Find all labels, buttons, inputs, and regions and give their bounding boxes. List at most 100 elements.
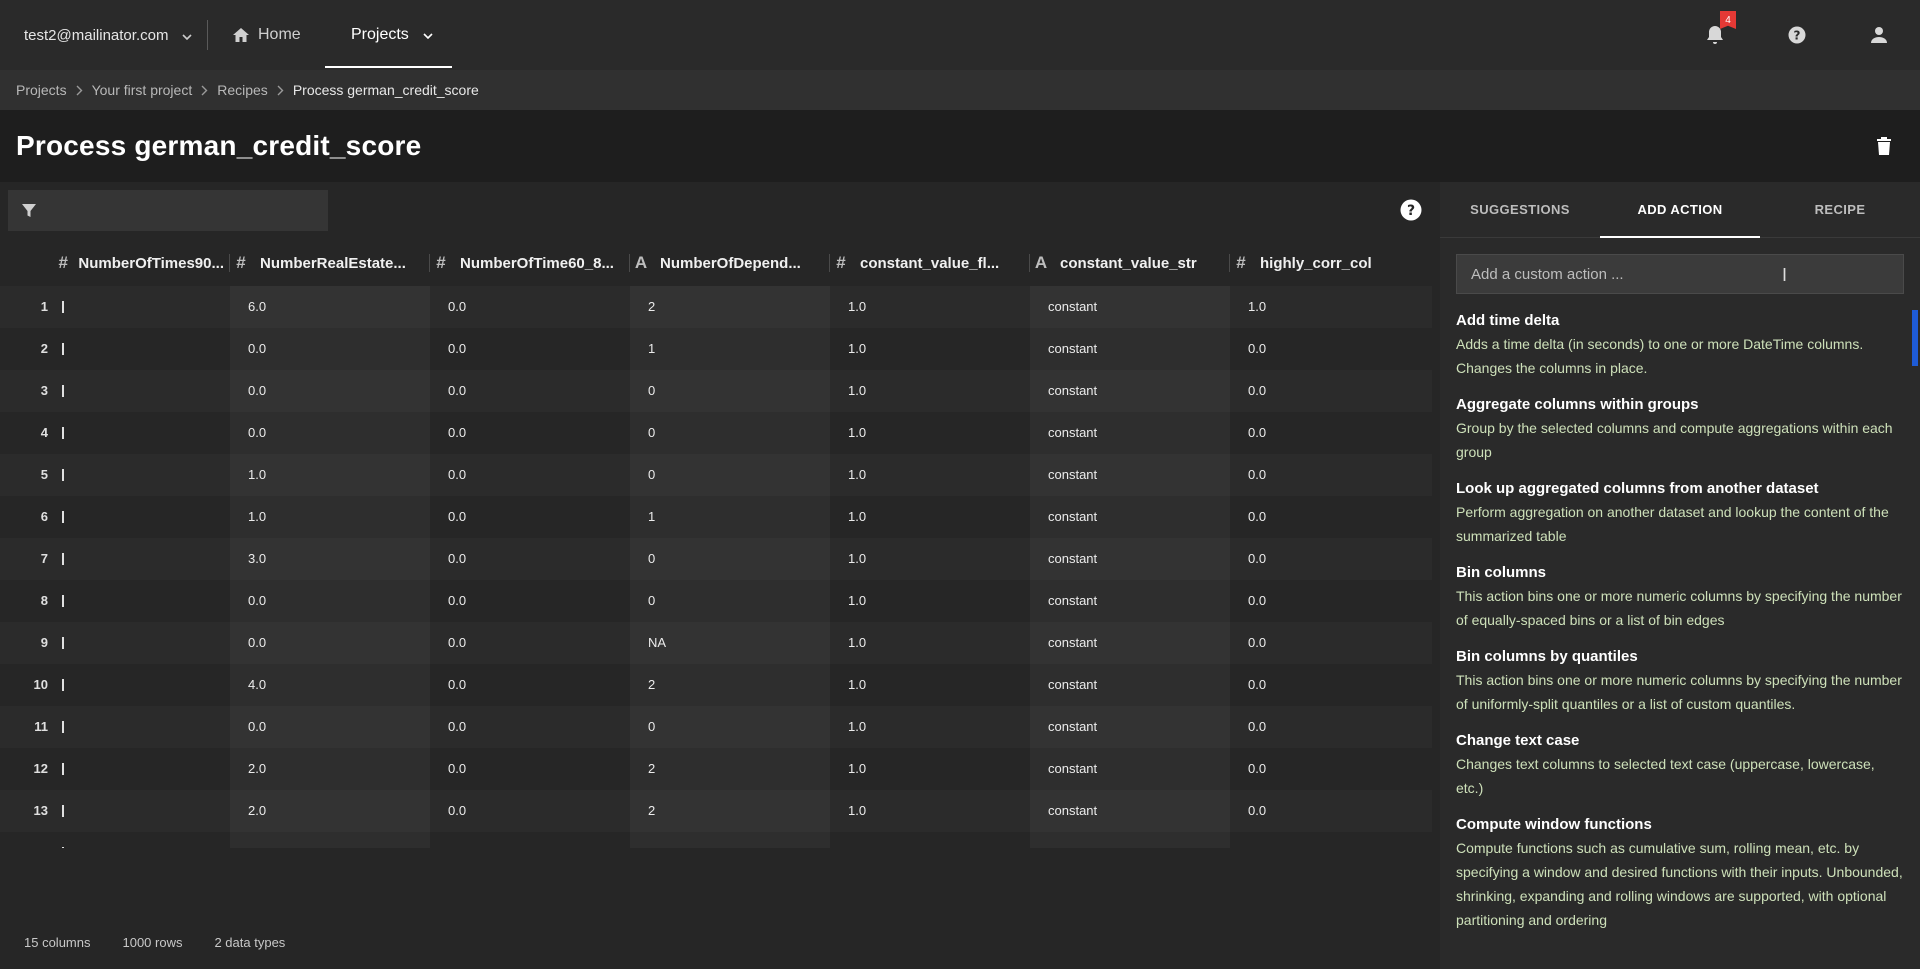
table-cell[interactable]: constant	[1030, 580, 1230, 622]
table-cell[interactable]: 1.0	[830, 454, 1030, 496]
nav-home[interactable]: Home	[214, 0, 320, 70]
table-cell[interactable]: constant	[1030, 328, 1230, 370]
table-cell[interactable]: 1.0	[830, 622, 1030, 664]
table-cell[interactable]: 0	[630, 538, 830, 580]
action-item[interactable]: Bin columns This action bins one or more …	[1456, 562, 1904, 632]
table-row[interactable]: 8 0.0 0.0 0 1.0 constant 0.0	[0, 580, 1432, 622]
table-cell[interactable]: 0.0	[1230, 790, 1432, 832]
table-cell[interactable]: 0.0	[230, 580, 430, 622]
breadcrumb-projects[interactable]: Projects	[16, 82, 67, 98]
table-cell[interactable]: 0	[630, 706, 830, 748]
breadcrumb-recipes[interactable]: Recipes	[217, 82, 268, 98]
table-cell[interactable]: constant	[1030, 538, 1230, 580]
table-cell[interactable]: 0.0	[230, 370, 430, 412]
table-cell[interactable]: constant	[1030, 412, 1230, 454]
grid-help-button[interactable]: ?	[1400, 199, 1422, 221]
table-cell[interactable]: 0.0	[1230, 706, 1432, 748]
tab-add-action[interactable]: ADD ACTION	[1600, 182, 1760, 238]
table-cell[interactable]: 1.0	[230, 454, 430, 496]
table-cell[interactable]: 1.0	[830, 328, 1030, 370]
table-cell[interactable]: 2.0	[230, 748, 430, 790]
action-item[interactable]: Change text case Changes text columns to …	[1456, 730, 1904, 800]
column-header[interactable]: # NumberOfTimes90...	[56, 240, 224, 286]
table-cell[interactable]: 2	[630, 286, 830, 328]
table-cell[interactable]: 0.0	[1230, 454, 1432, 496]
table-cell[interactable]: 1.0	[830, 706, 1030, 748]
table-cell[interactable]: constant	[1030, 664, 1230, 706]
table-cell[interactable]: constant	[1030, 790, 1230, 832]
column-divider[interactable]	[1229, 254, 1230, 272]
column-header[interactable]: # highly_corr_col	[1230, 240, 1432, 286]
table-cell[interactable]: 0.0	[230, 622, 430, 664]
table-row[interactable]: 11 0.0 0.0 0 1.0 constant 0.0	[0, 706, 1432, 748]
table-cell[interactable]: 0.0	[1230, 622, 1432, 664]
column-divider[interactable]	[429, 254, 430, 272]
table-cell[interactable]: 0	[630, 580, 830, 622]
nav-projects[interactable]: Projects	[325, 0, 452, 70]
column-header[interactable]: Aconstant_value_str	[1030, 240, 1230, 286]
table-cell[interactable]: 0.0	[430, 622, 630, 664]
table-cell[interactable]: constant	[1030, 496, 1230, 538]
table-cell[interactable]: 0.0	[430, 790, 630, 832]
table-row[interactable]: 1 6.0 0.0 2 1.0 constant 1.0	[0, 286, 1432, 328]
table-cell[interactable]: constant	[1030, 748, 1230, 790]
table-cell[interactable]: NA	[630, 622, 830, 664]
table-cell[interactable]: constant	[1030, 286, 1230, 328]
table-cell[interactable]: 0.0	[1230, 580, 1432, 622]
table-cell[interactable]: 0	[630, 370, 830, 412]
table-cell[interactable]: 1.0	[830, 412, 1030, 454]
breadcrumb-project[interactable]: Your first project	[92, 82, 193, 98]
table-cell[interactable]: 1.0	[1230, 832, 1432, 848]
table-cell[interactable]: 1.0	[830, 496, 1030, 538]
table-row[interactable]: 2 0.0 0.0 1 1.0 constant 0.0	[0, 328, 1432, 370]
table-cell[interactable]: 1.0	[830, 580, 1030, 622]
table-row[interactable]: 13 2.0 0.0 2 1.0 constant 0.0	[0, 790, 1432, 832]
filter-input[interactable]	[8, 190, 328, 231]
table-cell[interactable]: 0.0	[230, 328, 430, 370]
table-cell[interactable]: 1.0	[830, 286, 1030, 328]
table-cell[interactable]: 4.0	[230, 664, 430, 706]
account-menu[interactable]: test2@mailinator.com	[0, 0, 207, 70]
table-cell[interactable]: 1.0	[830, 538, 1030, 580]
table-row[interactable]: 4 0.0 0.0 0 1.0 constant 0.0	[0, 412, 1432, 454]
table-cell[interactable]: 0.0	[430, 580, 630, 622]
table-row[interactable]: 9 0.0 0.0 NA 1.0 constant 0.0	[0, 622, 1432, 664]
table-cell[interactable]: 1.0	[830, 370, 1030, 412]
action-item[interactable]: Add time delta Adds a time delta (in seco…	[1456, 310, 1904, 380]
table-cell[interactable]: 0.0	[1230, 664, 1432, 706]
table-cell[interactable]: 1.0	[1230, 286, 1432, 328]
table-cell[interactable]: 0.0	[230, 706, 430, 748]
table-row[interactable]: 3 0.0 0.0 0 1.0 constant 0.0	[0, 370, 1432, 412]
table-cell[interactable]: 0.0	[430, 748, 630, 790]
table-cell[interactable]: 1.0	[230, 496, 430, 538]
table-cell[interactable]: 6.0	[230, 286, 430, 328]
table-cell[interactable]: 1.0	[830, 790, 1030, 832]
column-divider[interactable]	[629, 254, 630, 272]
table-cell[interactable]: 2.0	[230, 790, 430, 832]
table-row[interactable]: 5 1.0 0.0 0 1.0 constant 0.0	[0, 454, 1432, 496]
action-item[interactable]: Compute window functions Compute function…	[1456, 814, 1904, 932]
table-cell[interactable]: 1.0	[430, 832, 630, 848]
action-item[interactable]: Aggregate columns within groups Group by …	[1456, 394, 1904, 464]
user-menu-button[interactable]	[1838, 0, 1920, 70]
table-row[interactable]: 12 2.0 0.0 2 1.0 constant 0.0	[0, 748, 1432, 790]
table-cell[interactable]: 2	[630, 664, 830, 706]
table-cell[interactable]: 1.0	[230, 832, 430, 848]
table-cell[interactable]: constant	[1030, 832, 1230, 848]
action-item[interactable]: Bin columns by quantiles This action bins…	[1456, 646, 1904, 716]
table-cell[interactable]: 3.0	[230, 538, 430, 580]
table-row[interactable]: 141.01.021.0constant1.0	[0, 832, 1432, 848]
table-row[interactable]: 6 1.0 0.0 1 1.0 constant 0.0	[0, 496, 1432, 538]
table-cell[interactable]: 0.0	[430, 706, 630, 748]
column-divider[interactable]	[829, 254, 830, 272]
table-cell[interactable]: constant	[1030, 706, 1230, 748]
table-cell[interactable]: 2	[630, 748, 830, 790]
tab-recipe[interactable]: RECIPE	[1760, 182, 1920, 237]
table-cell[interactable]: 0.0	[230, 412, 430, 454]
table-cell[interactable]: 1	[630, 328, 830, 370]
column-divider[interactable]	[229, 254, 230, 272]
table-cell[interactable]: 0.0	[1230, 412, 1432, 454]
table-cell[interactable]: 0.0	[430, 286, 630, 328]
delete-button[interactable]	[1872, 134, 1896, 158]
table-cell[interactable]: 1.0	[830, 748, 1030, 790]
